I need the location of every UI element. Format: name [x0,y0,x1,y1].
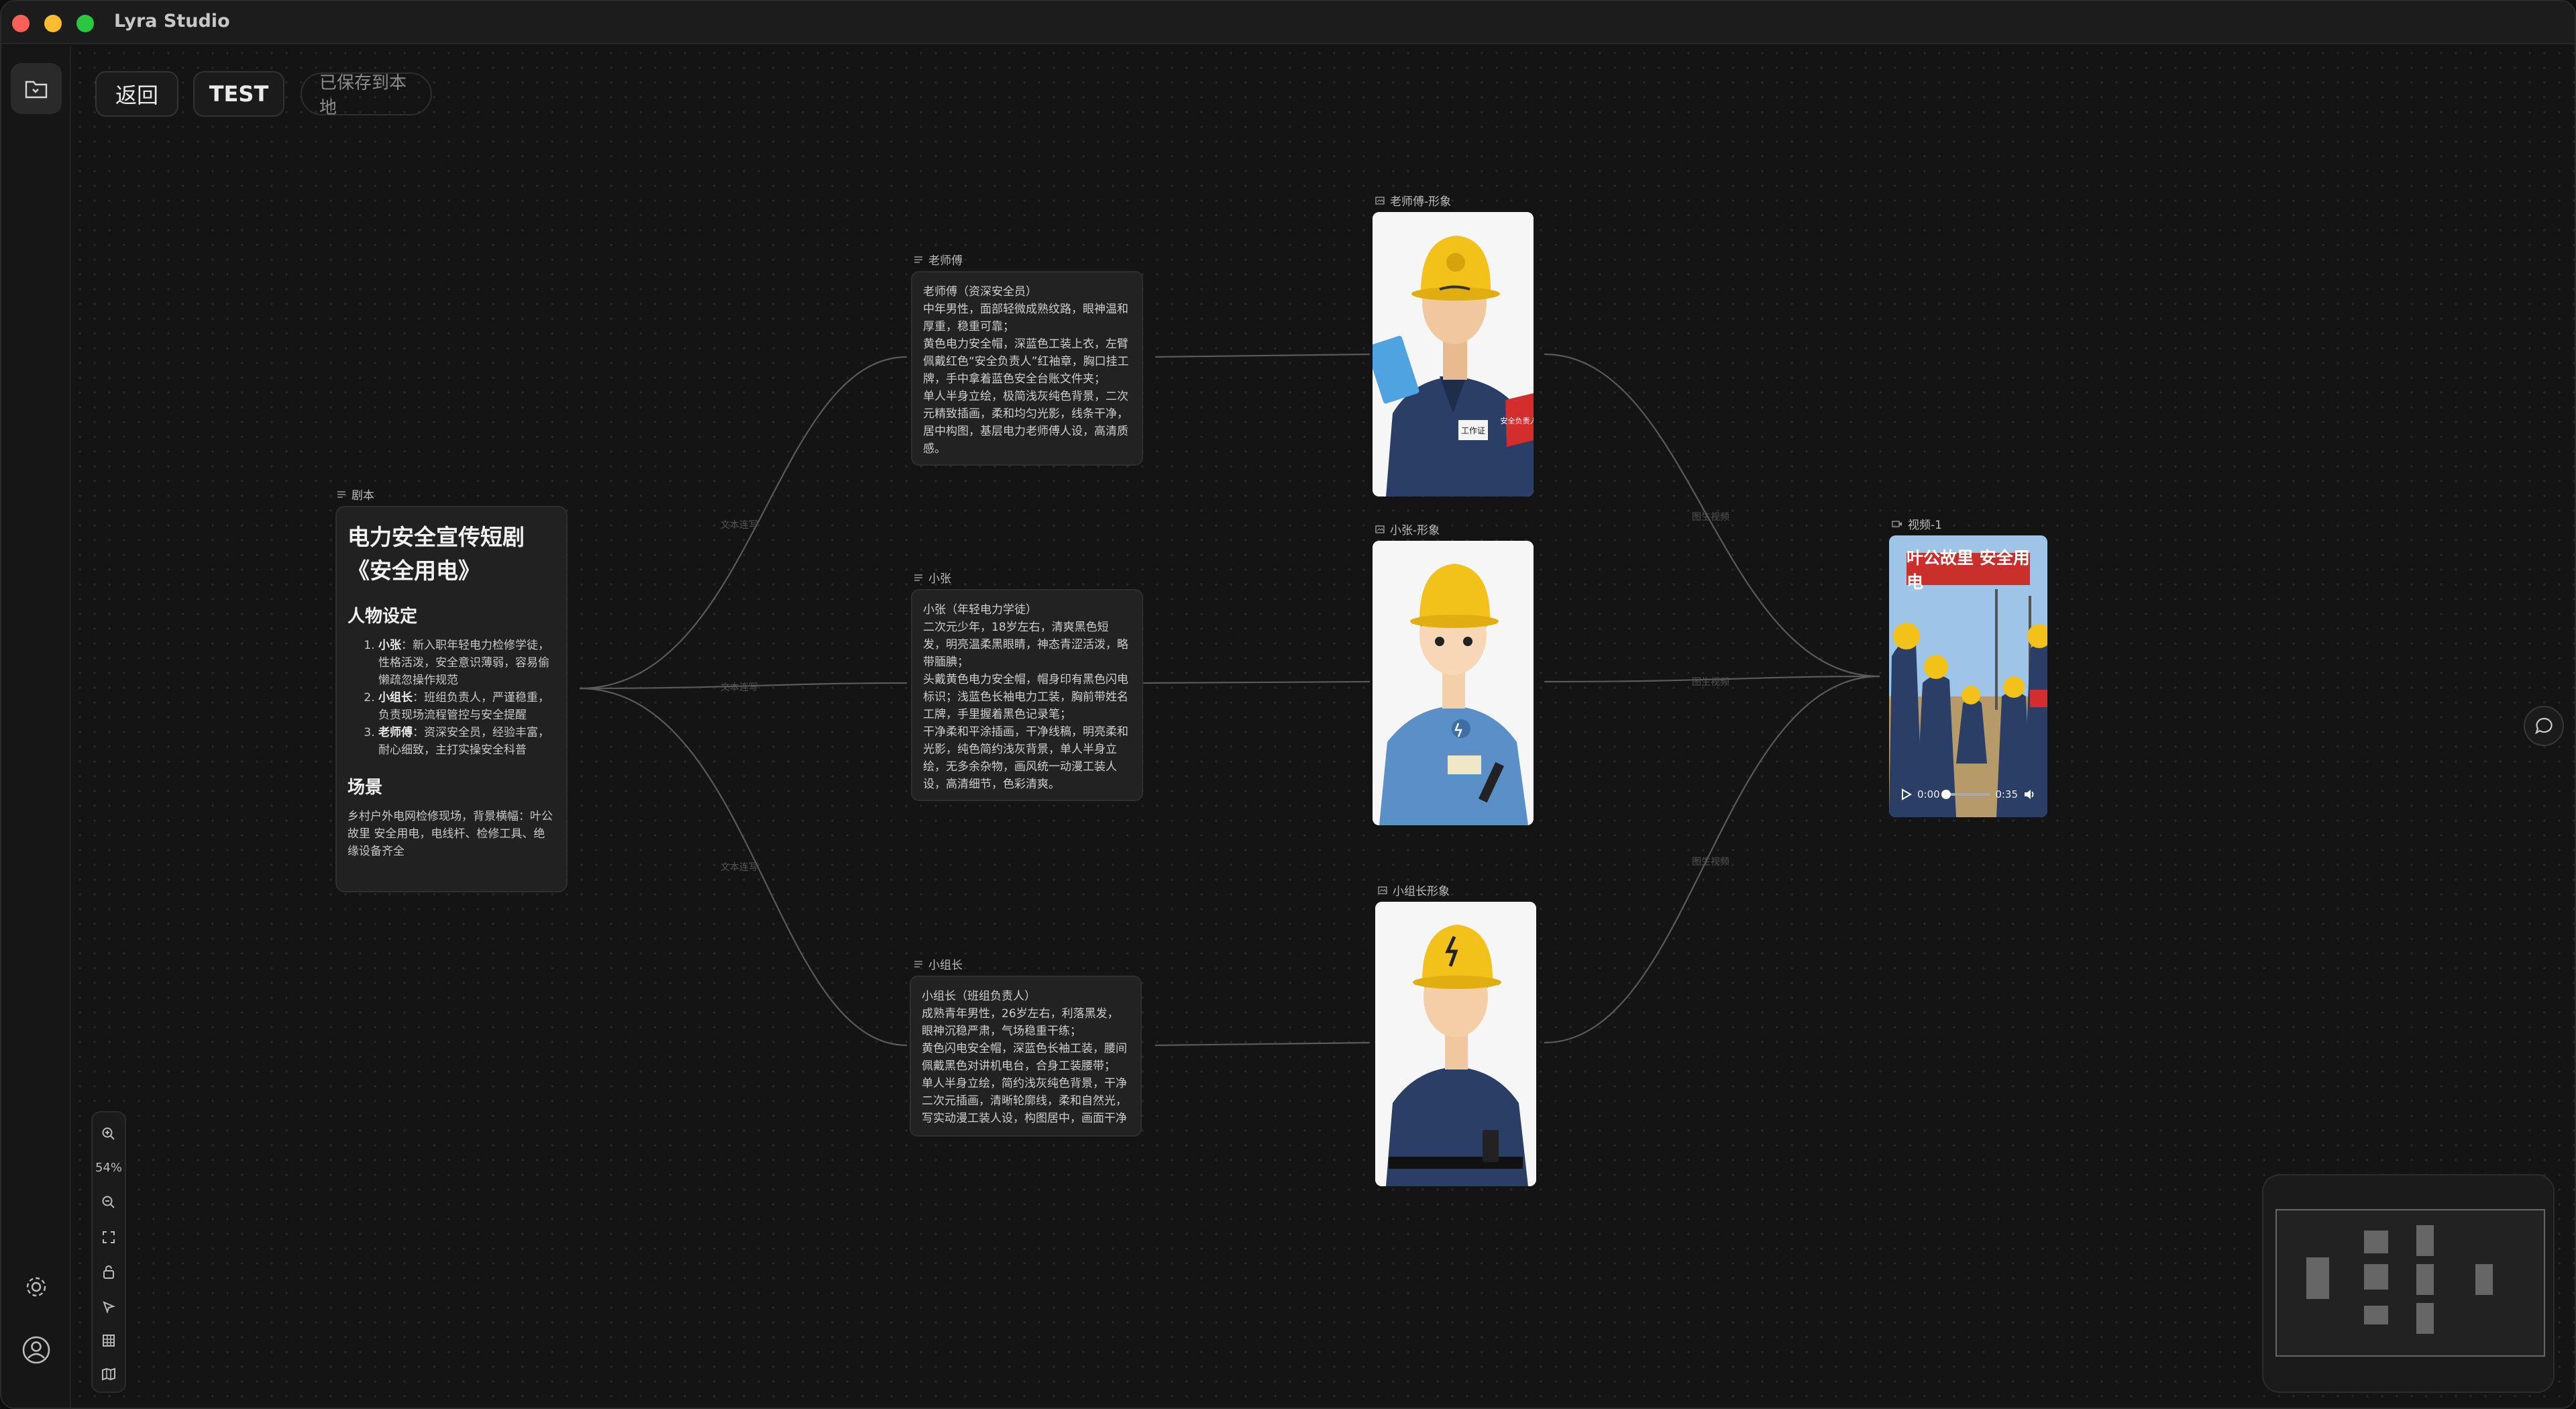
back-button[interactable]: 返回 [95,71,178,117]
text-node-icon [337,490,345,498]
minimap-node [2364,1231,2388,1253]
section-heading-scene: 场景 [347,778,383,798]
video-node-label: 视频-1 [1908,519,1942,532]
volume-icon[interactable] [2023,789,2035,800]
zoom-in-button[interactable] [93,1118,125,1150]
edge-label: 文本连写 [720,862,758,873]
project-name-button[interactable]: TEST [193,71,284,117]
script-title-line1: 电力安全宣传短剧 [347,524,525,550]
laoshifu-image-node[interactable]: 工作证 安全负责人 [1373,212,1534,497]
video-current-time: 0:00 [1917,788,1940,800]
laoshifu-text-label: 老师傅 [928,254,963,268]
zoom-level: 54% [95,1160,122,1175]
video-banner-text: 叶公故里 安全用电 [1907,548,2030,592]
video-node[interactable]: 叶公故里 安全用电 0:00 0:35 [1889,535,2047,817]
edge-laoshifu-image [1155,353,1371,358]
laoshifu-text-node[interactable]: 老师傅（资深安全员） 中年男性，面部轻微成熟纹路，眼神温和厚重，稳重可靠； 黄色… [911,271,1143,466]
video-node-icon [1892,520,1902,527]
xiaozhang-portrait [1373,541,1534,825]
xiaozuzhang-text-node[interactable]: 小组长（班组负责人） 成熟青年男性，26岁左右，利落黑发，眼神沉稳严肃，气场稳重… [910,976,1142,1137]
chat-icon [2535,717,2553,735]
zoom-out-icon [102,1196,115,1208]
xiaozhang-image-node[interactable] [1373,541,1534,825]
script-node-label: 剧本 [352,489,374,503]
xiaozhang-text-node[interactable]: 小张（年轻电力学徒） 二次元少年，18岁左右，清爽黑色短发，明亮温柔黑眼睛，神态… [911,589,1143,801]
lock-icon [103,1265,114,1279]
image-node-icon [1378,886,1387,894]
canvas-toolbar: 54% [91,1111,126,1393]
map-icon [102,1367,115,1381]
video-total-time: 0:35 [1995,788,2018,800]
minimap[interactable] [2262,1174,2555,1393]
video-scrubber[interactable] [1941,790,1951,799]
armband-text: 安全负责人 [1501,416,1534,425]
grid-icon [103,1335,115,1347]
minimap-node [2416,1264,2434,1295]
saved-status-badge: 已保存到本地 [301,72,432,118]
minimap-node [2416,1225,2434,1256]
character-desc: 新入职年轻电力检修学徒，性格活泼，安全意识薄弱，容易偷懒疏忽操作规范 [378,639,549,687]
edge-label: 图生视频 [1692,677,1729,688]
section-heading-characters: 人物设定 [347,607,418,627]
pointer-tool-button[interactable] [93,1291,125,1323]
script-node[interactable]: 电力安全宣传短剧 《安全用电》 人物设定 小张：新入职年轻电力检修学徒，性格活泼… [335,506,568,892]
minimap-node [2475,1264,2493,1295]
minimap-node [2364,1264,2388,1290]
character-list: 小张：新入职年轻电力检修学徒，性格活泼，安全意识薄弱，容易偷懒疏忽操作规范 小组… [347,637,555,759]
video-node-header: 视频-1 [1892,515,1942,532]
xiaozhang-image-label: 小张-形象 [1390,524,1440,537]
script-title-line2: 《安全用电》 [347,558,480,584]
xiaozuzhang-image-node[interactable] [1375,902,1536,1186]
text-node-icon [914,960,922,968]
minimap-toggle-button[interactable] [93,1358,125,1390]
character-item: 老师傅：资深安全员，经验丰富，耐心细致，主打实操安全科普 [378,724,555,759]
app-window: Lyra Studio 文本连写 文本连写 文本连写 图生视频 图生视频 图生视 [0,0,2576,1409]
badge-text: 工作证 [1461,426,1485,435]
fit-view-button[interactable] [93,1221,125,1253]
fit-view-icon [103,1231,115,1243]
text-node-icon [914,256,922,263]
xiaozhang-text-label: 小张 [928,572,951,586]
character-name: 小组长 [378,691,413,704]
xiaozuzhang-image-header: 小组长形象 [1378,882,1450,898]
character-item: 小组长：班组负责人，严谨稳重，负责现场流程管控与安全提醒 [378,689,555,724]
xiaozhang-image-header: 小张-形象 [1375,521,1440,537]
minimap-node [2364,1306,2388,1324]
edge-label: 文本连写 [720,520,758,531]
script-node-header: 剧本 [337,486,374,503]
minimap-node [2306,1257,2329,1299]
xiaozuzhang-text-label: 小组长 [928,959,963,972]
image-node-icon [1375,525,1385,533]
text-node-icon [914,574,922,581]
video-progress-bar[interactable] [1941,790,1990,799]
zoom-out-button[interactable] [93,1186,125,1218]
play-icon[interactable] [1901,788,1912,800]
laoshifu-text-header: 老师傅 [914,251,963,268]
lock-button[interactable] [93,1256,125,1288]
xiaozuzhang-portrait [1375,902,1536,1186]
edge-xiaozhang-image [1142,680,1371,684]
laoshifu-image-label: 老师傅-形象 [1390,195,1452,209]
edge-label: 文本连写 [720,682,758,693]
chat-button[interactable] [2524,706,2564,746]
character-name: 小张 [378,639,401,652]
character-item: 小张：新入职年轻电力检修学徒，性格活泼，安全意识薄弱，容易偷懒疏忽操作规范 [378,637,555,689]
laoshifu-portrait: 工作证 安全负责人 [1373,212,1534,497]
video-controls: 0:00 0:35 [1889,782,2047,806]
zoom-in-icon [102,1127,115,1140]
edge-label: 图生视频 [1692,857,1729,868]
laoshifu-image-header: 老师傅-形象 [1375,192,1451,209]
edge-xiaozuzhang-image [1155,1041,1371,1047]
grid-toggle-button[interactable] [93,1324,125,1357]
character-name: 老师傅 [378,726,413,739]
pointer-icon [103,1301,115,1314]
xiaozhang-text-header: 小张 [914,569,951,586]
image-node-icon [1375,196,1385,205]
minimap-node [2416,1303,2434,1334]
scene-text: 乡村户外电网检修现场，背景横幅：叶公故里 安全用电，电线杆、检修工具、绝缘设备齐… [347,810,553,858]
minimap-viewport[interactable] [2275,1209,2545,1357]
edge-label: 图生视频 [1692,512,1729,523]
xiaozuzhang-image-label: 小组长形象 [1393,885,1450,898]
xiaozuzhang-text-header: 小组长 [914,955,963,972]
